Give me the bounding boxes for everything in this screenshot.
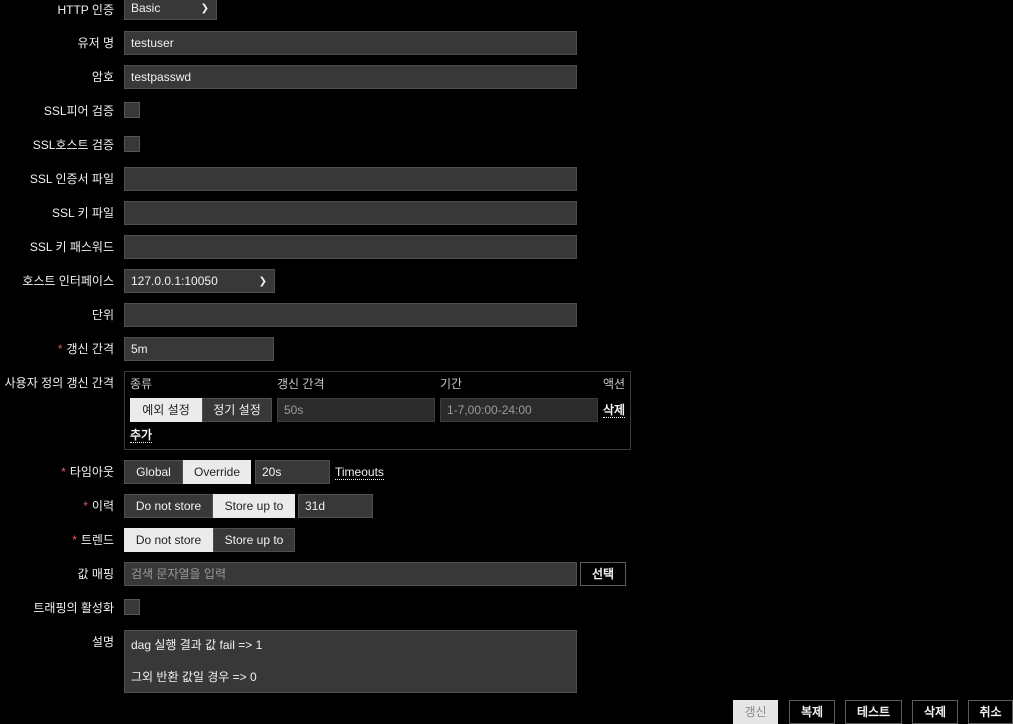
timeout-label: * 타임아웃 [61, 465, 114, 479]
http-auth-value: Basic [131, 1, 161, 15]
chevron-down-icon: ❯ [200, 3, 209, 14]
value-mapping-label: 값 매핑 [77, 567, 114, 581]
required-mark: * [83, 499, 88, 513]
http-auth-label: HTTP 인증 [57, 3, 114, 17]
trends-label: * 트렌드 [72, 533, 114, 547]
custom-intervals-header-interval: 갱신 간격 [277, 377, 325, 391]
password-label: 암호 [91, 70, 114, 84]
custom-intervals-header-action: 액션 [603, 377, 626, 391]
units-label: 단위 [91, 308, 114, 322]
test-button[interactable]: 테스트 [845, 700, 902, 724]
history-label-text: 이력 [91, 499, 114, 513]
units-input[interactable] [124, 303, 577, 327]
ssl-verify-peer-checkbox[interactable] [124, 102, 140, 118]
trends-store-up-to-toggle[interactable]: Store up to [213, 528, 295, 552]
trends-label-text: 트렌드 [80, 533, 114, 547]
update-interval-label-text: 갱신 간격 [66, 342, 115, 356]
description-label: 설명 [91, 635, 114, 649]
add-interval-link[interactable]: 추가 [130, 428, 153, 443]
custom-period-input[interactable]: 1-7,00:00-24:00 [440, 398, 598, 422]
timeout-override-toggle[interactable]: Override [183, 460, 251, 484]
timeout-input[interactable]: 20s [255, 460, 330, 484]
ssl-verify-peer-label: SSL피어 검증 [43, 104, 114, 118]
ssl-key-password-input[interactable] [124, 235, 577, 259]
password-input[interactable]: testpasswd [124, 65, 577, 89]
value-mapping-input[interactable]: 검색 문자열을 입력 [124, 562, 577, 586]
history-label: * 이력 [83, 499, 114, 513]
cancel-button[interactable]: 취소 [968, 700, 1013, 724]
history-do-not-store-toggle[interactable]: Do not store [124, 494, 213, 518]
value-mapping-select-button[interactable]: 선택 [580, 562, 626, 586]
description-line-2: 그외 반환 값일 경우 => 0 [131, 670, 257, 684]
required-mark: * [61, 465, 66, 479]
scheduling-toggle[interactable]: 정기 설정 [202, 398, 272, 422]
timeouts-link[interactable]: Timeouts [335, 465, 384, 480]
description-line-1: dag 실행 결과 값 fail => 1 [131, 638, 263, 652]
update-button[interactable]: 갱신 [733, 700, 778, 724]
ssl-verify-host-checkbox[interactable] [124, 136, 140, 152]
required-mark: * [57, 342, 63, 356]
custom-intervals-header-type: 종류 [130, 377, 153, 391]
delete-button[interactable]: 삭제 [912, 700, 958, 724]
history-store-up-to-toggle[interactable]: Store up to [213, 494, 295, 518]
ssl-cert-file-input[interactable] [124, 167, 577, 191]
host-interface-select[interactable]: 127.0.0.1:10050 ❯ [124, 269, 275, 293]
update-interval-input[interactable]: 5m [124, 337, 274, 361]
populates-inventory-label: 트래핑의 활성화 [33, 601, 114, 615]
username-label: 유저 명 [77, 36, 114, 50]
ssl-verify-host-label: SSL호스트 검증 [32, 138, 114, 152]
ssl-key-file-label: SSL 키 파일 [51, 206, 114, 220]
username-input[interactable]: testuser [124, 31, 577, 55]
ssl-key-password-label: SSL 키 패스워드 [29, 240, 114, 254]
custom-interval-input[interactable]: 50s [277, 398, 435, 422]
description-textarea[interactable]: dag 실행 결과 값 fail => 1 그외 반환 값일 경우 => 0 [124, 630, 577, 693]
ssl-key-file-input[interactable] [124, 201, 577, 225]
http-auth-select[interactable]: Basic ❯ [124, 0, 217, 20]
host-interface-value: 127.0.0.1:10050 [131, 274, 218, 288]
host-interface-label: 호스트 인터페이스 [22, 274, 114, 288]
clone-button[interactable]: 복제 [789, 700, 835, 724]
populates-inventory-checkbox[interactable] [124, 599, 140, 615]
update-interval-label: * 갱신 간격 [58, 342, 114, 356]
timeout-label-text: 타임아웃 [69, 465, 114, 479]
timeout-global-toggle[interactable]: Global [124, 460, 183, 484]
trends-do-not-store-toggle[interactable]: Do not store [124, 528, 213, 552]
remove-interval-link[interactable]: 삭제 [603, 403, 626, 418]
chevron-down-icon: ❯ [258, 276, 267, 287]
custom-intervals-label: 사용자 정의 갱신 간격 [4, 376, 114, 390]
required-mark: * [72, 533, 77, 547]
ssl-cert-file-label: SSL 인증서 파일 [29, 172, 114, 186]
history-input[interactable]: 31d [298, 494, 373, 518]
custom-intervals-header-period: 기간 [440, 377, 463, 391]
flexible-toggle[interactable]: 예외 설정 [130, 398, 202, 422]
